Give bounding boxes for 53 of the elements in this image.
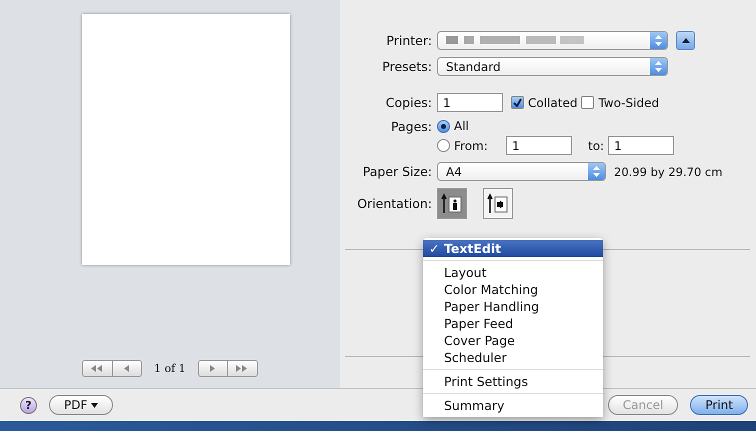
landscape-page-icon <box>487 192 509 214</box>
to-label: to: <box>588 138 604 152</box>
page-range-radio[interactable] <box>437 120 450 132</box>
printer-label: Printer: <box>385 33 432 48</box>
double-right-arrow-icon <box>236 365 248 372</box>
landscape-button[interactable] <box>483 188 513 219</box>
radio-label: From: <box>454 138 489 152</box>
copies-field[interactable]: 1 <box>437 93 503 112</box>
to-page-field[interactable]: 1 <box>608 136 674 155</box>
from-page-field[interactable]: 1 <box>506 136 572 155</box>
menu-item[interactable]: Layout <box>423 264 603 281</box>
first-page-button[interactable] <box>82 360 112 377</box>
paper-size-popup[interactable]: A4 <box>437 162 606 181</box>
menu-item[interactable]: Print Settings <box>423 373 603 390</box>
pdf-button[interactable]: PDF <box>49 395 114 415</box>
stepper-arrows-icon <box>593 166 600 177</box>
paper-size-label: Paper Size: <box>362 164 432 179</box>
orientation-label: Orientation: <box>356 196 432 211</box>
portrait-button[interactable] <box>437 188 467 219</box>
radio-label: All <box>454 119 469 133</box>
two-sided-checkbox[interactable] <box>581 96 594 109</box>
stepper-arrows-icon <box>655 61 662 72</box>
right-arrow-icon <box>210 365 216 372</box>
up-triangle-icon <box>682 38 690 43</box>
print-button[interactable]: Print <box>690 395 748 415</box>
previous-page-button[interactable] <box>112 360 142 377</box>
menu-item[interactable]: Paper Handling <box>423 298 603 315</box>
menu-item[interactable]: Cover Page <box>423 332 603 349</box>
menu-item[interactable]: Paper Feed <box>423 315 603 332</box>
page-counter: 1 of 1 <box>154 362 186 375</box>
two-sided-label: Two-Sided <box>598 96 660 110</box>
collated-label: Collated <box>528 96 578 110</box>
copies-label: Copies: <box>384 95 432 110</box>
double-left-arrow-icon <box>91 365 104 372</box>
disclosure-button[interactable] <box>676 31 695 50</box>
presets-popup[interactable]: Standard <box>437 57 668 76</box>
page-range-radio[interactable] <box>437 139 450 152</box>
stepper-arrows-icon <box>655 35 662 46</box>
pages-label: Pages: <box>390 119 432 134</box>
next-page-button[interactable] <box>198 360 228 377</box>
collated-checkbox[interactable] <box>511 96 524 109</box>
menu-item[interactable]: Color Matching <box>423 281 603 298</box>
left-arrow-icon <box>124 365 130 372</box>
menu-item[interactable]: Scheduler <box>423 349 603 366</box>
caret-icon <box>91 402 98 408</box>
portrait-page-icon <box>441 192 463 214</box>
menu-item[interactable]: Summary <box>423 397 603 414</box>
menu-item[interactable]: ✓ TextEdit <box>423 240 603 257</box>
printer-popup[interactable] <box>437 31 668 50</box>
help-button[interactable]: ? <box>20 396 37 414</box>
presets-label: Presets: <box>381 59 432 74</box>
last-page-button[interactable] <box>227 360 258 377</box>
paper-dimensions: 20.99 by 29.70 cm <box>614 164 722 178</box>
